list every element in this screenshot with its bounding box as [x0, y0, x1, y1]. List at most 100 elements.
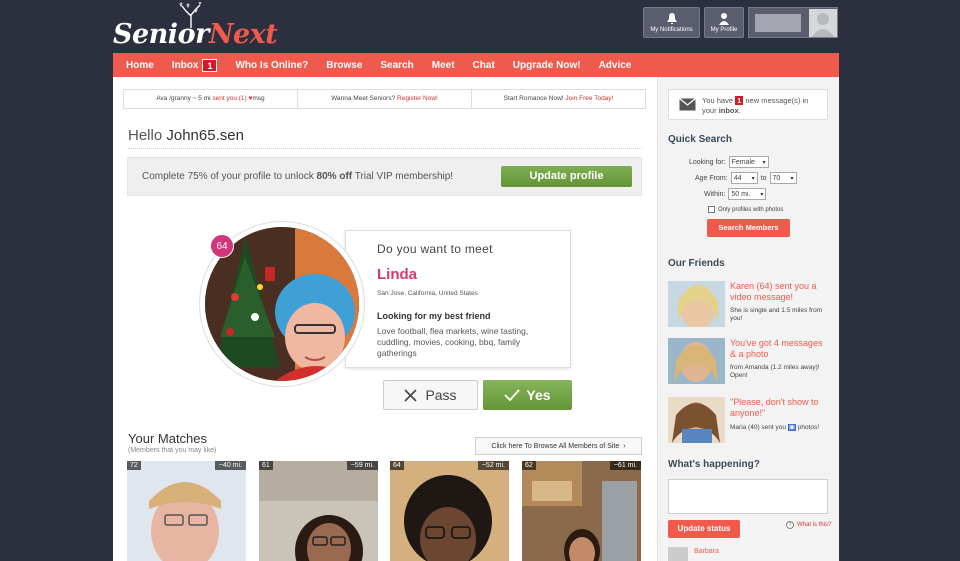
- check-icon: [504, 389, 521, 401]
- my-notifications-button[interactable]: My Notifications: [643, 7, 700, 38]
- friend-photo-image: [668, 397, 725, 443]
- match-card[interactable]: 72 ~40 mi.: [127, 461, 246, 561]
- greeting-hello: Hello: [128, 127, 163, 144]
- logo-text-next: Next: [208, 19, 278, 50]
- matches-title: Your Matches: [128, 431, 208, 446]
- photos-only-label: Only profiles with photos: [718, 206, 784, 213]
- ticker-item-3[interactable]: Start Romance Now! Join Free Today!: [472, 90, 645, 108]
- promo-text: Complete 75% of your profile to unlock 8…: [142, 171, 453, 182]
- photos-only-row: Only profiles with photos: [708, 206, 783, 213]
- matches-subtitle: (Members that you may like): [128, 447, 217, 454]
- age-row: Age From: 44 ▾ to 70 ▾: [695, 172, 797, 184]
- chevron-down-icon: ▾: [762, 159, 766, 166]
- match-photo: [259, 461, 378, 561]
- friend-item[interactable]: "Please, don't show to anyone!" Maria (4…: [668, 397, 830, 443]
- nav-search[interactable]: Search: [380, 60, 413, 71]
- meet-question: Do you want to meet: [377, 242, 493, 256]
- match-photo: [127, 461, 246, 561]
- friend-subtitle: She is single and 1.5 miles from you!: [730, 307, 823, 322]
- chevron-right-icon: ›: [623, 442, 626, 450]
- within-select[interactable]: 50 mi. ▾: [728, 188, 767, 200]
- age-from-label: Age From:: [695, 174, 728, 182]
- friend-photo: [668, 281, 725, 327]
- match-age: 72: [127, 461, 141, 470]
- what-is-this-link[interactable]: ? What is this?: [786, 521, 831, 529]
- user-avatar: [809, 9, 837, 37]
- x-icon: [404, 388, 418, 402]
- main-nav: Home Inbox 1 Who Is Online? Browse Search…: [113, 53, 839, 77]
- register-now-link[interactable]: Register Now!: [397, 95, 438, 102]
- our-friends-title: Our Friends: [668, 258, 725, 269]
- what-is-this-label: What is this?: [797, 522, 832, 528]
- ticker-1-text: Ava /granny ~ 5 mi: [156, 95, 213, 102]
- match-distance: ~61 mi.: [609, 461, 641, 470]
- inbox-notice-before: You have: [702, 96, 736, 105]
- meet-location: San Jose, California, United States: [377, 290, 478, 297]
- match-distance: ~59 mi.: [346, 461, 378, 470]
- friend-item[interactable]: Karen (64) sent you a video message! She…: [668, 281, 830, 327]
- pass-button[interactable]: Pass: [383, 380, 478, 410]
- friend-item[interactable]: You've got 4 messages & a photo from Ama…: [668, 338, 830, 384]
- activity-name[interactable]: Barbara: [694, 548, 719, 555]
- quick-search-title: Quick Search: [668, 134, 732, 145]
- promo-text-bold: 80% off: [316, 171, 353, 182]
- username-blurred: [755, 14, 801, 32]
- activity-avatar: [668, 547, 688, 561]
- yes-button[interactable]: Yes: [483, 380, 572, 410]
- match-card[interactable]: 64 ~52 mi.: [390, 461, 509, 561]
- promo-text-after: Trial VIP membership!: [352, 171, 454, 182]
- photos-only-checkbox[interactable]: [708, 206, 715, 213]
- ticker-3-text: Start Romance Now!: [503, 95, 566, 102]
- search-members-button[interactable]: Search Members: [707, 219, 790, 237]
- nav-home[interactable]: Home: [126, 60, 154, 71]
- ticker-item-1[interactable]: Ava /granny ~ 5 mi sent you (1) ♥msg: [124, 90, 298, 108]
- age-from-select[interactable]: 44 ▾: [730, 172, 758, 184]
- age-to-select[interactable]: 70 ▾: [769, 172, 797, 184]
- friend-photo-image: [668, 281, 725, 327]
- nav-who-is-online[interactable]: Who Is Online?: [235, 60, 308, 71]
- nav-advice[interactable]: Advice: [599, 60, 632, 71]
- ticker-item-2[interactable]: Wanna Meet Seniors? Register Now!: [298, 90, 472, 108]
- divider: [128, 148, 642, 149]
- match-card[interactable]: 61 ~59 mi.: [259, 461, 378, 561]
- whats-happening-title: What's happening?: [668, 459, 760, 470]
- bell-icon: [666, 13, 677, 24]
- meet-name[interactable]: Linda: [377, 266, 417, 283]
- inbox-notice[interactable]: You have 1 new message(s) in your inbox.: [668, 89, 828, 120]
- ticker-1-suffix: msg: [252, 95, 265, 102]
- user-account-box[interactable]: [748, 7, 838, 38]
- nav-upgrade[interactable]: Upgrade Now!: [513, 60, 581, 71]
- meet-interests: Love football, flea markets, wine tastin…: [377, 326, 529, 358]
- update-status-button[interactable]: Update status: [668, 520, 740, 538]
- nav-chat[interactable]: Chat: [473, 60, 495, 71]
- nav-browse[interactable]: Browse: [326, 60, 362, 71]
- profile-promo-banner: Complete 75% of your profile to unlock 8…: [127, 157, 642, 196]
- browse-all-members-button[interactable]: Click here To Browse All Members of Site…: [475, 437, 642, 455]
- inbox-notice-bold: inbox: [718, 106, 739, 115]
- looking-for-label: Looking for:: [689, 158, 726, 166]
- user-icon: [719, 13, 729, 25]
- status-textarea[interactable]: [668, 479, 828, 514]
- join-free-link[interactable]: Join Free Today!: [565, 95, 613, 102]
- chevron-down-icon: ▾: [760, 191, 764, 198]
- nav-inbox[interactable]: Inbox 1: [172, 58, 218, 72]
- nav-meet[interactable]: Meet: [432, 60, 455, 71]
- meet-card: Do you want to meet Linda San Jose, Cali…: [345, 230, 571, 368]
- friend-subtitle: Maria (40) sent you ▣ photos!: [730, 424, 830, 432]
- activity-ticker: Ava /granny ~ 5 mi sent you (1) ♥msg Wan…: [123, 89, 646, 109]
- sidebar: You have 1 new message(s) in your inbox.…: [657, 77, 839, 561]
- friend-subtitle-after: photos!: [795, 424, 820, 431]
- match-distance: ~40 mi.: [214, 461, 246, 470]
- friend-title: "Please, don't show to anyone!": [730, 397, 819, 418]
- ticker-1-red: sent you (1): [212, 95, 249, 102]
- my-notifications-label: My Notifications: [650, 27, 693, 33]
- match-card[interactable]: 62 ~61 mi.: [522, 461, 641, 561]
- site-logo[interactable]: Senior Next: [113, 2, 278, 50]
- avatar-placeholder-icon: [812, 13, 834, 37]
- my-profile-button[interactable]: My Profile: [704, 7, 744, 38]
- friend-title: Karen (64) sent you a video message!: [730, 281, 817, 302]
- update-profile-button[interactable]: Update profile: [501, 166, 632, 187]
- question-icon: ?: [786, 521, 794, 529]
- age-to-label: to: [760, 174, 767, 182]
- looking-for-select[interactable]: Female ▾: [728, 156, 769, 168]
